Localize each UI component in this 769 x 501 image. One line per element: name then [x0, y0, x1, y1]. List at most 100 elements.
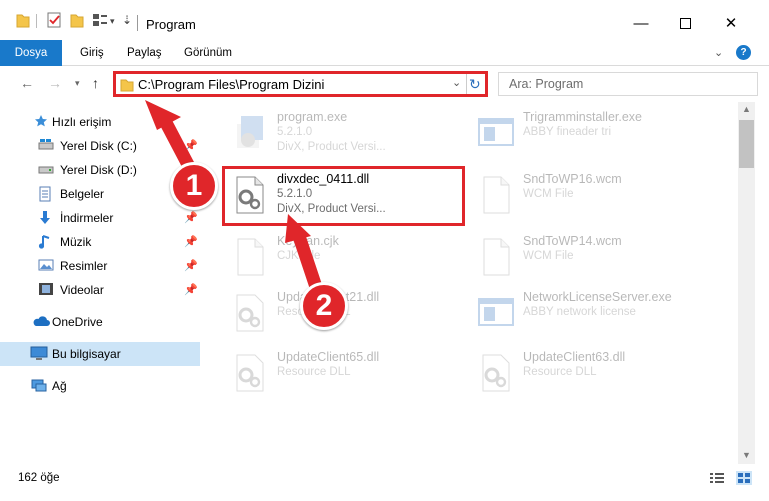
sidebar-item-label: Ağ — [52, 379, 67, 393]
step-2-badge: 2 — [300, 282, 348, 330]
sidebar-item-label: Videolar — [60, 283, 104, 297]
scroll-up-icon[interactable]: ▲ — [742, 104, 751, 114]
music-icon — [38, 235, 50, 249]
sidebar-item-quick-access[interactable]: Hızlı erişim — [0, 110, 200, 134]
vertical-scrollbar[interactable]: ▲ ▼ — [738, 102, 755, 464]
navigation-pane: Hızlı erişim Yerel Disk (C:) 📌 Yerel Dis… — [0, 102, 205, 464]
minimize-icon: — — [633, 14, 649, 32]
file-item[interactable]: Keytran.cjk CJK File — [231, 234, 471, 284]
tab-view[interactable]: Görünüm — [184, 40, 232, 66]
file-item[interactable]: UpdateClient21.dll Resource DLL — [231, 290, 471, 340]
sidebar-item-downloads[interactable]: İndirmeler 📌 — [0, 206, 200, 230]
sidebar-item-label: Belgeler — [60, 187, 105, 201]
address-bar[interactable]: C:\Program Files\Program Dizini ⌄ ↻ — [113, 71, 488, 97]
file-type: WCM File — [523, 250, 574, 262]
search-input[interactable]: Ara: Program — [498, 72, 758, 96]
file-list: program.exe 5.2.1.0 DivX, Product Versi.… — [205, 102, 738, 464]
exe-window-icon — [478, 298, 514, 326]
address-dropdown-icon[interactable]: ⌄ — [452, 76, 461, 89]
selected-file-highlight — [222, 166, 465, 226]
file-item[interactable]: UpdateClient65.dll Resource DLL — [231, 350, 471, 400]
file-name: Keytran.cjk — [277, 234, 339, 248]
maximize-button[interactable] — [670, 10, 700, 36]
file-item[interactable]: UpdateClient63.dll Resource DLL — [477, 350, 717, 400]
file-name: UpdateClient65.dll — [277, 350, 380, 364]
qa-dropdown-icon[interactable]: ▾ — [110, 16, 115, 27]
tab-home[interactable]: Giriş — [80, 40, 104, 66]
sidebar-item-videos[interactable]: Videolar 📌 — [0, 278, 200, 302]
new-folder-icon[interactable] — [70, 12, 84, 30]
file-item[interactable]: program.exe 5.2.1.0 DivX, Product Versi.… — [231, 110, 471, 160]
forward-icon[interactable]: → — [48, 75, 62, 91]
close-button[interactable]: ✕ — [716, 10, 746, 36]
sidebar-item-onedrive[interactable]: OneDrive — [0, 310, 200, 334]
drive-icon — [38, 166, 54, 174]
exe-window-icon — [478, 118, 514, 146]
file-description: ABBY network license — [523, 306, 636, 318]
back-icon[interactable]: ← — [20, 75, 34, 91]
pictures-icon — [38, 259, 54, 271]
file-item[interactable]: SndToWP16.wcm WCM File — [477, 172, 717, 222]
navigation-bar: ← → ▾ ↑ C:\Program Files\Program Dizini … — [0, 66, 769, 102]
qa-customize-icon[interactable]: ⇣ — [122, 13, 132, 27]
tab-share[interactable]: Paylaş — [127, 40, 162, 66]
file-type: WCM File — [523, 188, 574, 200]
file-description: DivX, Product Versi... — [277, 141, 386, 153]
drive-icon — [38, 139, 54, 150]
video-icon — [39, 283, 53, 295]
file-name: program.exe — [277, 110, 348, 124]
pin-icon[interactable]: 📌 — [184, 259, 198, 272]
file-type: CJK File — [277, 250, 321, 262]
close-icon: ✕ — [724, 15, 738, 32]
title-bar: ▾ ⇣ Program — ✕ — [0, 0, 769, 40]
sidebar-item-music[interactable]: Müzik 📌 — [0, 230, 200, 254]
sidebar-item-label: Resimler — [60, 259, 108, 273]
sidebar-item-pictures[interactable]: Resimler 📌 — [0, 254, 200, 278]
address-path[interactable]: C:\Program Files\Program Dizini — [138, 77, 324, 92]
folder-icon[interactable] — [16, 12, 30, 30]
search-placeholder: Ara: Program — [509, 77, 584, 91]
file-item[interactable]: Trigramminstaller.exe ABBY fineader tri — [477, 110, 717, 160]
help-icon[interactable]: ? — [736, 45, 751, 60]
maximize-icon — [679, 17, 691, 29]
tiles-view-icon[interactable] — [736, 471, 752, 485]
sidebar-item-this-pc[interactable]: Bu bilgisayar — [0, 342, 200, 366]
customize-toolbar-icon[interactable] — [92, 12, 108, 30]
sidebar-item-label: OneDrive — [52, 315, 103, 329]
file-version: 5.2.1.0 — [277, 126, 313, 138]
folder-icon — [120, 79, 134, 92]
item-count: 162 öğe — [18, 472, 60, 484]
up-icon[interactable]: ↑ — [92, 75, 99, 91]
file-item[interactable]: SndToWP14.wcm WCM File — [477, 234, 717, 284]
dll-icon — [482, 354, 510, 392]
file-name: SndToWP14.wcm — [523, 234, 622, 248]
sidebar-item-label: İndirmeler — [60, 211, 114, 225]
recent-locations-icon[interactable]: ▾ — [75, 78, 80, 89]
qa-separator — [36, 14, 37, 28]
scroll-down-icon[interactable]: ▼ — [742, 450, 751, 460]
sidebar-item-label: Bu bilgisayar — [52, 347, 121, 361]
title-separator — [137, 15, 138, 31]
scrollbar-thumb[interactable] — [739, 120, 754, 168]
blank-file-icon — [483, 238, 510, 276]
sidebar-item-network[interactable]: Ağ — [0, 374, 200, 398]
file-name: Trigramminstaller.exe — [523, 110, 643, 124]
dll-icon — [236, 354, 264, 392]
file-name: SndToWP16.wcm — [523, 172, 622, 186]
address-separator — [466, 74, 467, 94]
pin-icon[interactable]: 📌 — [184, 211, 198, 224]
details-view-icon[interactable] — [709, 471, 725, 485]
file-item[interactable]: NetworkLicenseServer.exe ABBY network li… — [477, 290, 717, 340]
pin-icon[interactable]: 📌 — [184, 139, 198, 152]
pin-icon[interactable]: 📌 — [184, 235, 198, 248]
sidebar-item-label: Yerel Disk (C:) — [60, 139, 137, 153]
pin-icon[interactable]: 📌 — [184, 283, 198, 296]
dll-icon — [236, 294, 264, 332]
minimize-button[interactable]: — — [626, 10, 656, 36]
refresh-icon[interactable]: ↻ — [469, 74, 483, 94]
properties-icon[interactable] — [46, 12, 62, 30]
cloud-icon — [33, 316, 50, 326]
expand-ribbon-icon[interactable]: ⌄ — [714, 46, 723, 59]
documents-icon — [39, 186, 51, 202]
sidebar-item-local-disk-c[interactable]: Yerel Disk (C:) 📌 — [0, 134, 200, 158]
